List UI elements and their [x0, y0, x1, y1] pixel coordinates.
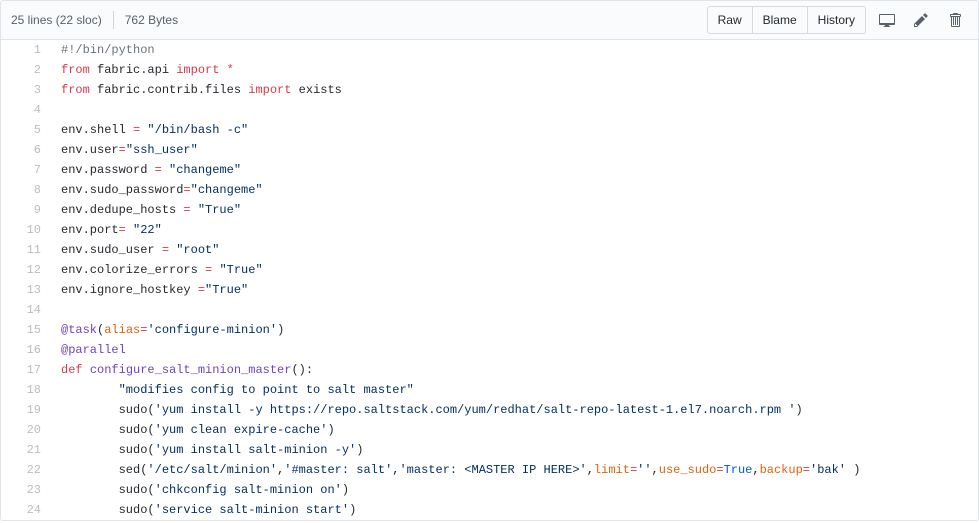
line-content[interactable]: env.ignore_hostkey ="True" — [51, 280, 978, 300]
line-content[interactable]: env.dedupe_hosts = "True" — [51, 200, 978, 220]
line-content[interactable]: env.user="ssh_user" — [51, 140, 978, 160]
code-line: 24 sudo('service salt-minion start') — [1, 500, 978, 520]
line-number[interactable]: 12 — [1, 260, 51, 280]
line-number[interactable]: 19 — [1, 400, 51, 420]
line-number[interactable]: 14 — [1, 300, 51, 320]
code-line: 11env.sudo_user = "root" — [1, 240, 978, 260]
line-content[interactable]: #!/bin/python — [51, 40, 978, 60]
button-group: Raw Blame History — [707, 6, 866, 34]
code-line: 21 sudo('yum install salt-minion -y') — [1, 440, 978, 460]
line-number[interactable]: 13 — [1, 280, 51, 300]
code-table: 1#!/bin/python2from fabric.api import *3… — [1, 40, 978, 520]
line-content[interactable]: sudo('chkconfig salt-minion on') — [51, 480, 978, 500]
raw-button[interactable]: Raw — [707, 6, 753, 34]
line-number[interactable]: 17 — [1, 360, 51, 380]
line-content[interactable]: from fabric.api import * — [51, 60, 978, 80]
line-number[interactable]: 8 — [1, 180, 51, 200]
trash-icon[interactable] — [942, 7, 968, 33]
code-line: 18 "modifies config to point to salt mas… — [1, 380, 978, 400]
line-number[interactable]: 10 — [1, 220, 51, 240]
code-line: 23 sudo('chkconfig salt-minion on') — [1, 480, 978, 500]
code-line: 20 sudo('yum clean expire-cache') — [1, 420, 978, 440]
line-number[interactable]: 4 — [1, 100, 51, 120]
code-line: 4 — [1, 100, 978, 120]
line-number[interactable]: 24 — [1, 500, 51, 520]
line-number[interactable]: 18 — [1, 380, 51, 400]
line-content[interactable]: from fabric.contrib.files import exists — [51, 80, 978, 100]
line-number[interactable]: 7 — [1, 160, 51, 180]
file-size: 762 Bytes — [125, 13, 178, 27]
code-line: 15@task(alias='configure-minion') — [1, 320, 978, 340]
code-line: 17def configure_salt_minion_master(): — [1, 360, 978, 380]
line-number[interactable]: 21 — [1, 440, 51, 460]
pencil-icon[interactable] — [908, 7, 934, 33]
line-number[interactable]: 20 — [1, 420, 51, 440]
line-number[interactable]: 11 — [1, 240, 51, 260]
line-number[interactable]: 9 — [1, 200, 51, 220]
blame-button[interactable]: Blame — [752, 6, 808, 34]
line-content[interactable] — [51, 100, 978, 120]
code-blob: 1#!/bin/python2from fabric.api import *3… — [0, 40, 979, 521]
line-content[interactable]: "modifies config to point to salt master… — [51, 380, 978, 400]
code-line: 2from fabric.api import * — [1, 60, 978, 80]
line-content[interactable]: sudo('service salt-minion start') — [51, 500, 978, 520]
lines-count: 25 lines (22 sloc) — [11, 13, 102, 27]
file-header: 25 lines (22 sloc) 762 Bytes Raw Blame H… — [0, 0, 979, 40]
line-content[interactable]: @parallel — [51, 340, 978, 360]
line-number[interactable]: 22 — [1, 460, 51, 480]
code-line: 14 — [1, 300, 978, 320]
line-number[interactable]: 6 — [1, 140, 51, 160]
line-number[interactable]: 15 — [1, 320, 51, 340]
code-line: 16@parallel — [1, 340, 978, 360]
line-number[interactable]: 5 — [1, 120, 51, 140]
line-number[interactable]: 16 — [1, 340, 51, 360]
line-number[interactable]: 3 — [1, 80, 51, 100]
code-line: 9env.dedupe_hosts = "True" — [1, 200, 978, 220]
line-content[interactable]: @task(alias='configure-minion') — [51, 320, 978, 340]
line-number[interactable]: 2 — [1, 60, 51, 80]
code-line: 12env.colorize_errors = "True" — [1, 260, 978, 280]
line-content[interactable]: env.colorize_errors = "True" — [51, 260, 978, 280]
code-line: 1#!/bin/python — [1, 40, 978, 60]
file-actions: Raw Blame History — [707, 6, 968, 34]
line-content[interactable]: env.sudo_password="changeme" — [51, 180, 978, 200]
line-number[interactable]: 1 — [1, 40, 51, 60]
line-content[interactable]: env.password = "changeme" — [51, 160, 978, 180]
code-line: 22 sed('/etc/salt/minion','#master: salt… — [1, 460, 978, 480]
desktop-icon[interactable] — [874, 7, 900, 33]
code-line: 8env.sudo_password="changeme" — [1, 180, 978, 200]
code-line: 5env.shell = "/bin/bash -c" — [1, 120, 978, 140]
line-number[interactable]: 23 — [1, 480, 51, 500]
line-content[interactable]: sudo('yum install -y https://repo.saltst… — [51, 400, 978, 420]
line-content[interactable]: env.sudo_user = "root" — [51, 240, 978, 260]
code-line: 3from fabric.contrib.files import exists — [1, 80, 978, 100]
line-content[interactable]: def configure_salt_minion_master(): — [51, 360, 978, 380]
code-line: 6env.user="ssh_user" — [1, 140, 978, 160]
line-content[interactable]: sed('/etc/salt/minion','#master: salt','… — [51, 460, 978, 480]
code-line: 7env.password = "changeme" — [1, 160, 978, 180]
line-content[interactable] — [51, 300, 978, 320]
code-line: 19 sudo('yum install -y https://repo.sal… — [1, 400, 978, 420]
line-content[interactable]: env.port= "22" — [51, 220, 978, 240]
line-content[interactable]: sudo('yum clean expire-cache') — [51, 420, 978, 440]
divider — [113, 11, 114, 29]
code-line: 10env.port= "22" — [1, 220, 978, 240]
history-button[interactable]: History — [807, 6, 866, 34]
line-content[interactable]: sudo('yum install salt-minion -y') — [51, 440, 978, 460]
code-line: 13env.ignore_hostkey ="True" — [1, 280, 978, 300]
file-info: 25 lines (22 sloc) 762 Bytes — [11, 11, 178, 29]
line-content[interactable]: env.shell = "/bin/bash -c" — [51, 120, 978, 140]
